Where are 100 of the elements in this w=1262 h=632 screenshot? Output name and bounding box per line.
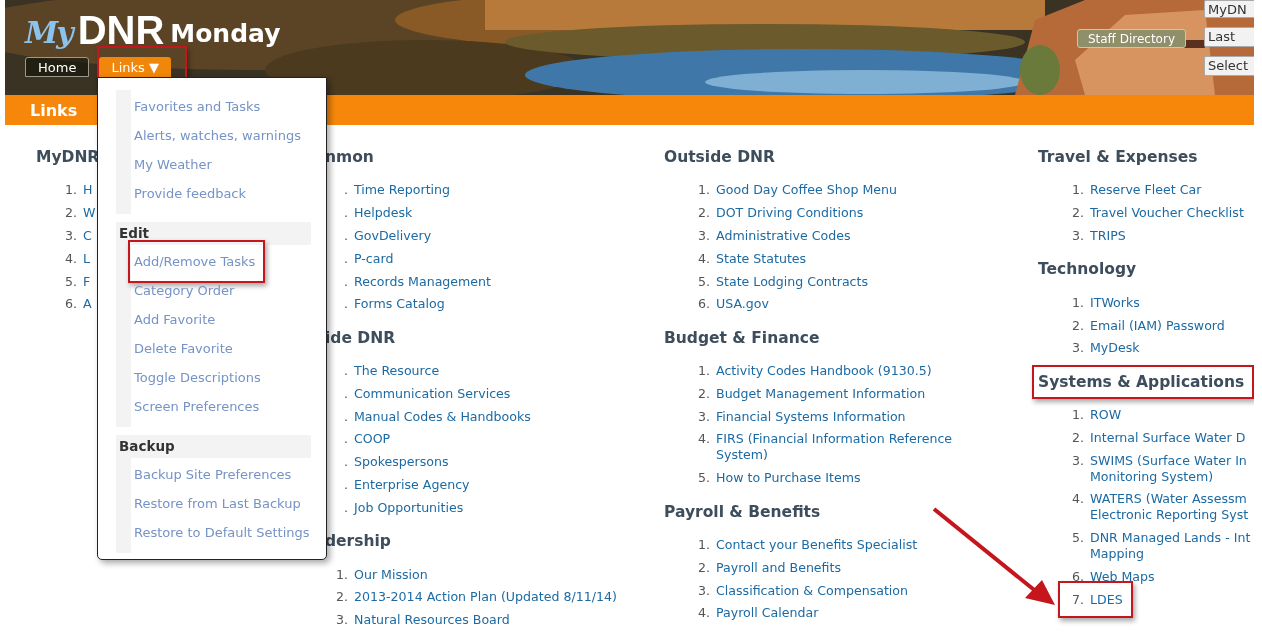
section-heading: Budget & Finance — [664, 327, 820, 348]
input-field[interactable]: MyDN — [1204, 0, 1254, 18]
select-field[interactable]: Select — [1204, 56, 1254, 76]
link[interactable]: Email (IAM) Password — [1090, 317, 1225, 334]
nav-tab[interactable]: Home — [25, 57, 90, 77]
link[interactable]: FIRS (Financial Information Reference System) — [716, 431, 953, 464]
link[interactable]: MyDesk — [1090, 340, 1140, 357]
link[interactable]: Web Maps — [1090, 569, 1155, 585]
link[interactable]: Good Day Coffee Shop Menu — [716, 182, 897, 199]
section-heading: nmon — [325, 147, 374, 167]
link[interactable]: Communication Services — [354, 385, 511, 402]
list-number: . — [343, 273, 348, 290]
link[interactable]: A — [83, 296, 92, 313]
link[interactable]: Our Mission — [354, 566, 428, 583]
link[interactable]: Enterprise Agency — [354, 477, 470, 493]
link[interactable]: C — [83, 227, 92, 244]
link[interactable]: H — [83, 182, 93, 199]
link[interactable]: Records Management — [354, 273, 492, 290]
link[interactable]: Natural Resources Board — [354, 612, 510, 629]
link[interactable]: Time Reporting — [354, 182, 451, 199]
staff-directory-button[interactable]: Staff Directory — [1076, 29, 1186, 48]
link[interactable]: The Resource — [354, 363, 440, 380]
select-field[interactable]: Last — [1204, 27, 1254, 47]
menu-item[interactable]: Provide feedback — [134, 179, 247, 208]
link[interactable]: USA.gov — [716, 296, 769, 313]
list-number: 1. — [334, 566, 348, 583]
logo-brand: DNR — [77, 10, 165, 50]
link[interactable]: Activity Codes Handbook (9130.5) — [716, 363, 932, 380]
menu-group-title: Backup — [116, 435, 311, 458]
list-number: 6. — [63, 296, 77, 313]
link[interactable]: Manual Codes & Handbooks — [354, 408, 531, 425]
link[interactable]: Job Opportunities — [354, 499, 464, 516]
link[interactable]: State Lodging Contracts — [716, 273, 869, 290]
list-number: 2. — [1070, 429, 1084, 446]
link[interactable]: W — [83, 205, 96, 222]
section-heading: Outside DNR — [664, 147, 775, 167]
link[interactable]: Classification & Compensation — [716, 582, 909, 599]
link[interactable]: COOP — [354, 431, 391, 448]
link[interactable]: F — [83, 273, 91, 290]
menu-item[interactable]: Add Favorite — [134, 305, 216, 334]
link[interactable]: SWIMS (Surface Water In Monitoring System) — [1090, 452, 1247, 485]
link[interactable]: State Statutes — [716, 250, 807, 267]
link[interactable]: Budget Management Information — [716, 385, 926, 402]
link[interactable]: Financial Systems Information — [716, 408, 906, 425]
menu-item[interactable]: Restore from Last Backup — [134, 489, 301, 518]
list-number: . — [343, 182, 348, 199]
link[interactable]: Contact your Benefits Specialist — [716, 537, 918, 553]
menu-item[interactable]: Category Order — [134, 276, 235, 305]
section-heading: Payroll & Benefits — [664, 501, 821, 522]
list-number: 3. — [696, 408, 710, 425]
menu-item[interactable]: Restore to Default Settings — [134, 518, 310, 547]
section-heading: Technology — [1038, 259, 1137, 280]
list-number: . — [343, 499, 348, 516]
link[interactable]: ROW — [1090, 407, 1122, 424]
menu-item[interactable]: Favorites and Tasks — [134, 92, 261, 121]
menu-item[interactable]: Screen Preferences — [134, 392, 260, 421]
list-number: 2. — [334, 589, 348, 606]
list-number: . — [343, 296, 348, 313]
link[interactable]: TRIPS — [1090, 227, 1126, 244]
link[interactable]: L — [83, 250, 91, 267]
section-heading: dership — [325, 531, 391, 552]
list-number: 1. — [1070, 407, 1084, 424]
list-number: 1. — [63, 182, 77, 199]
link[interactable]: Spokespersons — [354, 454, 449, 471]
link[interactable]: 2013-2014 Action Plan (Updated 8/11/14) — [354, 589, 617, 606]
list-number: 3. — [1070, 340, 1084, 357]
list-number: 5. — [696, 273, 710, 290]
link[interactable]: Administrative Codes — [716, 227, 851, 244]
link[interactable]: Reserve Fleet Car — [1090, 182, 1202, 199]
link[interactable]: Internal Surface Water D — [1090, 429, 1246, 446]
link[interactable]: DOT Driving Conditions — [716, 205, 864, 222]
menu-item[interactable]: Delete Favorite — [134, 334, 233, 363]
link[interactable]: Travel Voucher Checklist — [1090, 205, 1244, 222]
section-heading: MyDNR — [36, 147, 100, 167]
link[interactable]: DNR Managed Lands - Int Mapping — [1090, 530, 1251, 563]
link[interactable]: WATERS (Water Assessm Electronic Reporting Syst — [1090, 491, 1249, 524]
menu-item[interactable]: My Weather — [134, 150, 212, 179]
page-title: Links — [30, 100, 78, 120]
link[interactable]: How to Purchase Items — [716, 470, 861, 487]
list-number: 3. — [1070, 227, 1084, 244]
menu-item[interactable]: Backup Site Preferences — [134, 460, 292, 489]
menu-item[interactable]: Toggle Descriptions — [134, 363, 261, 392]
link[interactable]: Payroll Calendar — [716, 605, 819, 622]
link[interactable]: Payroll and Benefits — [716, 559, 842, 576]
link[interactable]: Helpdesk — [354, 205, 413, 222]
list-number: 7. — [1070, 591, 1084, 608]
link[interactable]: P-card — [354, 250, 394, 267]
link[interactable]: Forms Catalog — [354, 296, 445, 313]
menu-item[interactable]: Alerts, watches, warnings — [134, 121, 301, 150]
day-title: Monday — [170, 19, 281, 48]
list-number: 5. — [1070, 530, 1084, 548]
list-number: . — [343, 205, 348, 222]
list-number: 2. — [1070, 205, 1084, 222]
link[interactable]: LDES — [1090, 591, 1123, 608]
link[interactable]: GovDelivery — [354, 227, 432, 244]
link[interactable]: ITWorks — [1090, 294, 1140, 311]
list-number: 4. — [696, 605, 710, 622]
list-number: 5. — [63, 273, 77, 290]
list-number: 3. — [696, 582, 710, 599]
menu-item[interactable]: Add/Remove Tasks — [134, 247, 256, 276]
